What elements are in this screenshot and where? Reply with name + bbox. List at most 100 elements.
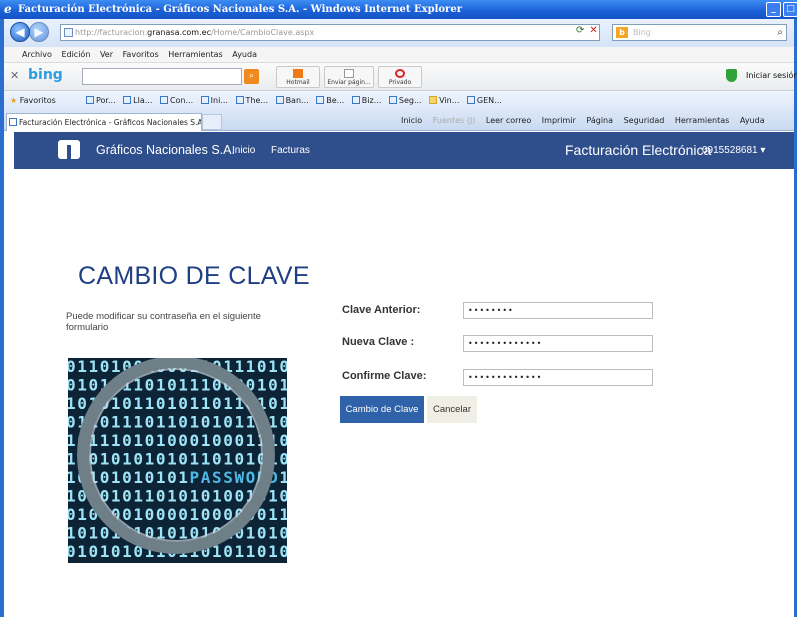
brand-name[interactable]: Gráficos Nacionales S.A. <box>96 143 235 157</box>
favorite-item[interactable]: Seg... <box>388 96 422 105</box>
menu-edicion[interactable]: Edición <box>61 50 90 59</box>
cmd-home[interactable]: Inicio <box>401 116 422 125</box>
window-title: Facturación Electrónica - Gráficos Nacio… <box>18 4 462 15</box>
hotmail-label: Hotmail <box>286 79 310 86</box>
favorite-item[interactable]: Por... <box>86 96 116 105</box>
search-box[interactable]: b Bing ⌕ <box>612 24 787 41</box>
new-tab-button[interactable] <box>202 114 222 130</box>
user-menu[interactable]: 0915528681 ▾ <box>702 145 765 156</box>
search-icon[interactable]: ⌕ <box>777 25 783 40</box>
signin-link[interactable]: Iniciar sesión <box>746 71 797 80</box>
title-bar: e Facturación Electrónica - Gráficos Nac… <box>0 0 797 19</box>
hotmail-icon <box>293 69 303 78</box>
refresh-icon[interactable]: ⟳ <box>576 25 589 36</box>
favorite-item[interactable]: The... <box>235 96 268 105</box>
page-icon <box>86 96 94 104</box>
page-icon <box>316 96 325 104</box>
private-button[interactable]: Privado <box>378 66 422 88</box>
cmd-help[interactable]: Ayuda <box>740 116 765 125</box>
tab-row: Facturación Electrónica - Gráficos Nacio… <box>4 111 794 131</box>
shield-icon <box>726 69 737 82</box>
brand-logo-icon[interactable] <box>58 140 80 159</box>
send-page-icon <box>344 69 354 78</box>
nav-inicio[interactable]: Inicio <box>232 145 255 156</box>
favorite-item[interactable]: Biz... <box>351 96 381 105</box>
cmd-feeds[interactable]: Fuentes (J) <box>433 116 476 125</box>
page-icon <box>64 28 73 37</box>
confirm-password-label: Confirme Clave: <box>342 370 427 382</box>
address-prefix: http://facturacion. <box>75 28 148 37</box>
favorite-item[interactable]: Vin... <box>429 96 459 105</box>
page-icon <box>351 96 360 104</box>
minimize-icon[interactable]: _ <box>766 2 781 17</box>
user-id: 0915528681 <box>702 145 758 156</box>
menu-herramientas[interactable]: Herramientas <box>168 50 223 59</box>
favorite-item[interactable]: Con... <box>159 96 193 105</box>
password-illustration: 0110100100011011101001010110101110000101… <box>68 358 287 563</box>
command-bar: Inicio Fuentes (J) Leer correo Imprimir … <box>401 111 773 130</box>
change-password-button[interactable]: Cambio de Clave <box>340 396 424 423</box>
hotmail-button[interactable]: Hotmail <box>276 66 320 88</box>
favorite-item[interactable]: Lla... <box>123 96 152 105</box>
stop-icon[interactable]: ✕ <box>589 25 602 36</box>
send-page-button[interactable]: Enviar págin... <box>324 66 374 88</box>
page-icon <box>9 118 17 126</box>
page-icon <box>275 96 284 104</box>
cmd-page[interactable]: Página <box>586 116 613 125</box>
page-icon <box>123 96 132 104</box>
browser-tab[interactable]: Facturación Electrónica - Gráficos Nacio… <box>6 113 202 131</box>
favorite-item[interactable]: Ban... <box>275 96 309 105</box>
cmd-read-mail[interactable]: Leer correo <box>486 116 531 125</box>
intro-text: Puede modificar su contraseña en el sigu… <box>66 311 261 333</box>
bing-toolbar: ✕ bing ⌕ Hotmail Enviar págin... Privado… <box>4 63 797 91</box>
favorite-item[interactable]: GEN... <box>466 96 502 105</box>
old-password-label: Clave Anterior: <box>342 304 421 316</box>
cmd-tools[interactable]: Herramientas <box>675 116 730 125</box>
site-navbar: Gráficos Nacionales S.A. Inicio Facturas… <box>14 132 794 169</box>
binary-row: 11010101010110101010 <box>68 450 287 469</box>
favorites-list: Por... Lla... Con... Ini... The... Ban..… <box>86 91 507 111</box>
nav-facturas[interactable]: Facturas <box>271 145 310 156</box>
address-host: granasa.com.ec <box>147 28 211 37</box>
section-title: Facturación Electrónica <box>565 142 712 158</box>
cancel-button[interactable]: Cancelar <box>427 396 477 423</box>
cmd-print[interactable]: Imprimir <box>542 116 576 125</box>
menu-bar: Archivo Edición Ver Favoritos Herramient… <box>4 47 794 63</box>
bing-toolbar-search[interactable] <box>82 68 242 85</box>
menu-ayuda[interactable]: Ayuda <box>232 50 257 59</box>
maximize-icon[interactable]: □ <box>783 2 797 17</box>
menu-ver[interactable]: Ver <box>100 50 113 59</box>
binary-rows: 0110100100011011101001010110101110000101… <box>68 358 287 561</box>
new-password-field[interactable]: ••••••••••••• <box>463 335 653 352</box>
favorite-item[interactable]: Be... <box>316 96 344 105</box>
favorites-bar: ★ Favoritos Por... Lla... Con... Ini... … <box>4 91 794 111</box>
address-bar[interactable]: http://facturacion.granasa.com.ec/Home/C… <box>60 24 600 41</box>
search-placeholder: Bing <box>633 28 651 37</box>
favorites-button[interactable]: ★ Favoritos <box>10 91 56 111</box>
ie-logo-icon: e <box>4 2 12 16</box>
private-label: Privado <box>388 79 412 86</box>
confirm-password-field[interactable]: ••••••••••••• <box>463 369 653 386</box>
page-icon <box>388 96 397 104</box>
address-tools: ⟳✕ <box>576 25 603 36</box>
menu-archivo[interactable]: Archivo <box>22 50 52 59</box>
forward-icon[interactable]: ▶ <box>29 22 49 42</box>
close-toolbar-icon[interactable]: ✕ <box>10 69 19 82</box>
folder-icon <box>429 96 438 104</box>
old-password-field[interactable]: •••••••• <box>463 302 653 319</box>
star-icon: ★ <box>10 96 18 105</box>
send-page-label: Enviar págin... <box>327 79 371 86</box>
binary-row: 10101010101010101010 <box>68 524 287 543</box>
bing-search-go-icon[interactable]: ⌕ <box>244 69 259 84</box>
cmd-security[interactable]: Seguridad <box>624 116 665 125</box>
menu-favoritos[interactable]: Favoritos <box>123 50 159 59</box>
back-icon[interactable]: ◀ <box>10 22 30 42</box>
page-icon <box>159 96 168 104</box>
binary-row: 10111010100010001110 <box>68 431 287 450</box>
browser-window: e Facturación Electrónica - Gráficos Nac… <box>0 0 797 617</box>
tab-title: Facturación Electrónica - Gráficos Nacio… <box>19 118 202 127</box>
bing-toolbar-logo: bing <box>28 67 63 83</box>
private-icon <box>395 69 405 78</box>
favorite-item[interactable]: Ini... <box>200 96 228 105</box>
page-icon <box>466 96 475 104</box>
